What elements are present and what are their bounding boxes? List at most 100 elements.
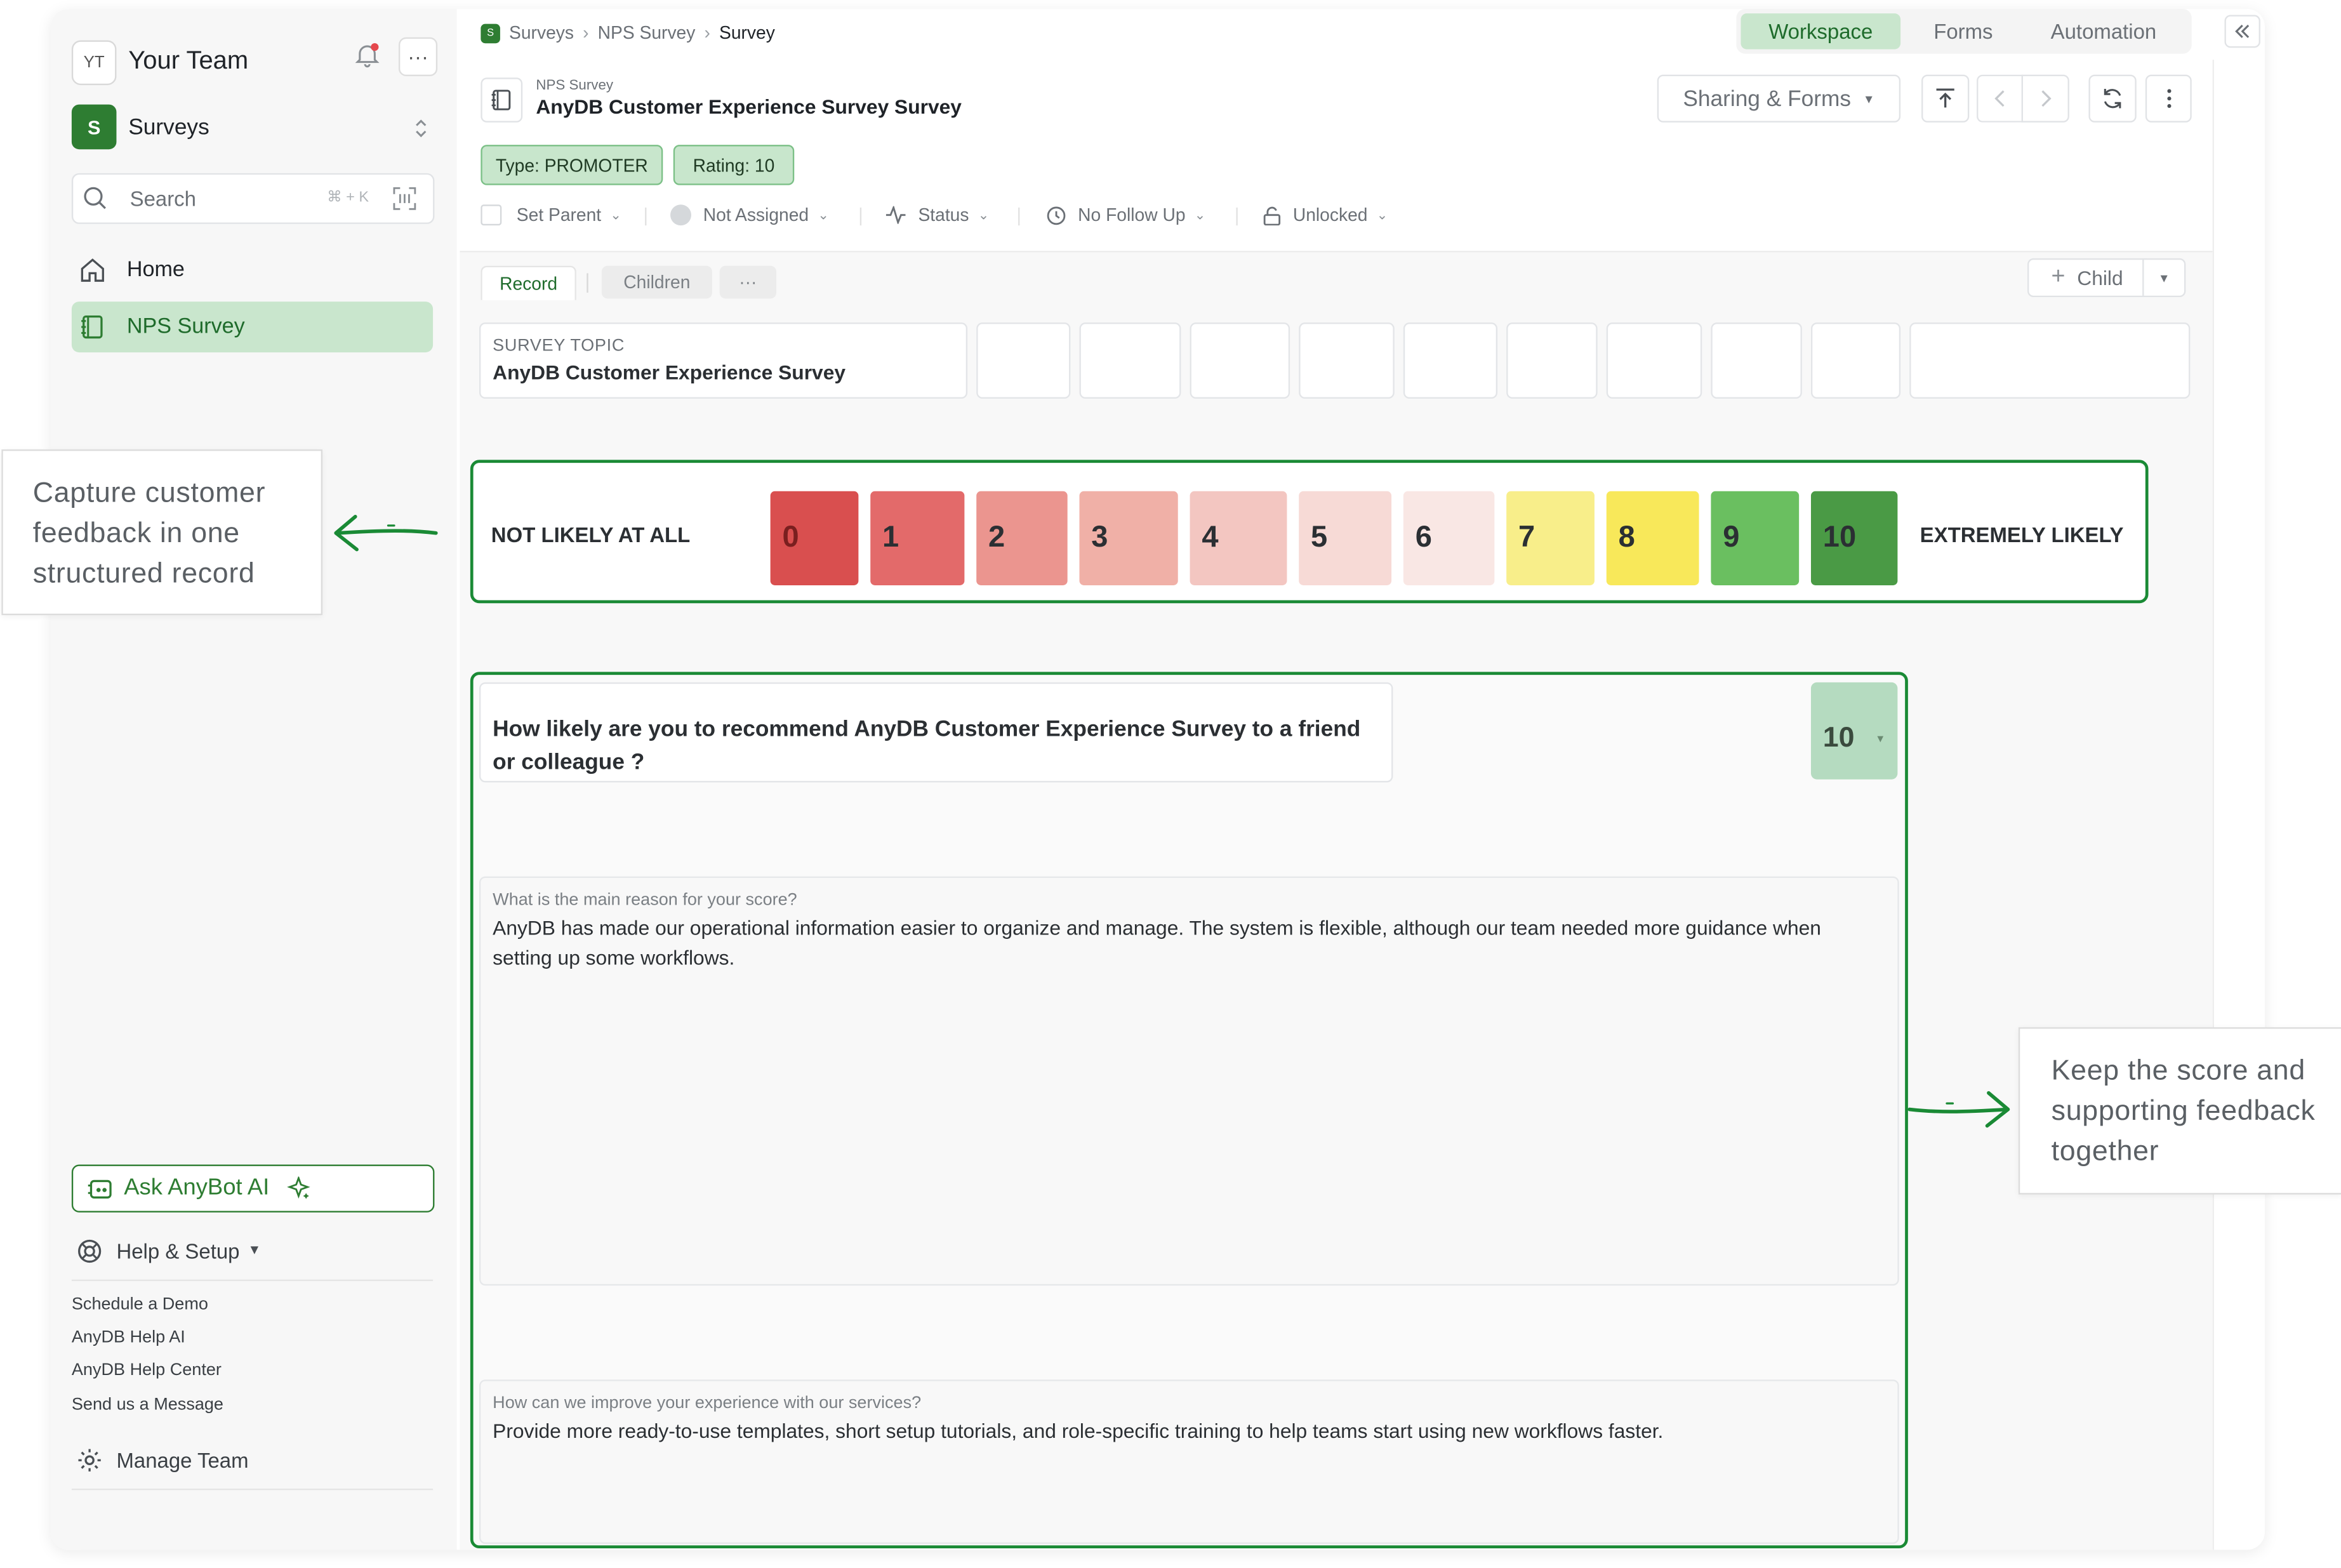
- add-child-button[interactable]: + Child: [2027, 258, 2147, 298]
- empty-field[interactable]: [1810, 322, 1901, 399]
- nps-score-2[interactable]: 2: [976, 491, 1068, 585]
- ask-anybot-label: Ask AnyBot AI: [124, 1175, 270, 1201]
- follow-up-dropdown[interactable]: No Follow Up ⌄: [1047, 204, 1206, 226]
- sparkle-icon: [287, 1176, 310, 1199]
- nps-low-label: NOT LIKELY AT ALL: [491, 522, 691, 547]
- empty-field[interactable]: [1606, 322, 1702, 399]
- empty-field[interactable]: [1909, 322, 2191, 399]
- prev-record-button[interactable]: [1977, 74, 2023, 123]
- caret-down-icon: ▼: [1875, 734, 1886, 745]
- refresh-button[interactable]: [2088, 74, 2137, 123]
- tab-automation[interactable]: Automation: [2032, 13, 2175, 49]
- set-parent-dropdown[interactable]: Set Parent ⌄: [481, 204, 621, 226]
- help-setup-toggle[interactable]: Help & Setup ▼: [72, 1233, 310, 1269]
- scan-icon[interactable]: [393, 187, 417, 211]
- tag-type[interactable]: Type: PROMOTER: [481, 145, 663, 185]
- add-child-dropdown-button[interactable]: ▼: [2142, 258, 2186, 298]
- lifebuoy-icon: [78, 1239, 102, 1263]
- nps-score-3[interactable]: 3: [1079, 491, 1178, 585]
- chevron-left-icon: [1994, 90, 2005, 107]
- next-record-button[interactable]: [2021, 74, 2069, 123]
- nps-score-10[interactable]: 10: [1810, 491, 1898, 585]
- tag-rating[interactable]: Rating: 10: [673, 145, 795, 185]
- lock-dropdown[interactable]: Unlocked ⌄: [1263, 204, 1388, 225]
- nps-score-0[interactable]: 0: [770, 491, 859, 585]
- empty-field[interactable]: [976, 322, 1071, 399]
- sidebar-item-nps-survey[interactable]: NPS Survey: [71, 302, 434, 353]
- notebook-icon: [81, 315, 103, 339]
- empty-field[interactable]: [1190, 322, 1290, 399]
- record-title: AnyDB Customer Experience Survey Survey: [536, 95, 962, 118]
- reason-textarea[interactable]: What is the main reason for your score? …: [479, 876, 1899, 1286]
- empty-field[interactable]: [1299, 322, 1395, 399]
- breadcrumb-item-nps-survey[interactable]: NPS Survey: [598, 22, 696, 43]
- nps-score-1[interactable]: 1: [870, 491, 965, 585]
- survey-topic-label: SURVEY TOPIC: [493, 337, 625, 355]
- nps-score-6[interactable]: 6: [1403, 491, 1495, 585]
- sharing-forms-button[interactable]: Sharing & Forms ▼: [1657, 74, 1901, 123]
- breadcrumb-item-surveys[interactable]: Surveys: [509, 22, 574, 43]
- chevron-down-icon: ⌄: [818, 206, 829, 222]
- assignee-label: Not Assigned: [703, 204, 809, 226]
- help-link-help-ai[interactable]: AnyDB Help AI: [72, 1329, 185, 1346]
- collapse-panel-button[interactable]: [2224, 15, 2260, 48]
- tab-forms[interactable]: Forms: [1913, 13, 2014, 49]
- sidebar-item-label: NPS Survey: [126, 315, 245, 339]
- unlock-icon: [1263, 206, 1281, 225]
- assignee-dropdown[interactable]: Not Assigned ⌄: [670, 204, 829, 226]
- caret-down-icon: ▼: [1862, 91, 1875, 105]
- vertical-dots-icon: [2166, 89, 2171, 109]
- empty-field[interactable]: [1506, 322, 1598, 399]
- empty-field[interactable]: [1403, 322, 1498, 399]
- score-select[interactable]: 10 ▼: [1810, 682, 1898, 780]
- empty-field[interactable]: [1711, 322, 1802, 399]
- tab-more[interactable]: ···: [719, 265, 777, 299]
- workspace-selector[interactable]: S Surveys: [71, 104, 435, 152]
- chevron-down-icon: ⌄: [978, 206, 990, 222]
- sidebar-item-label: Home: [126, 258, 185, 282]
- clock-icon: [1047, 206, 1066, 225]
- chevron-down-icon: ⌄: [1194, 206, 1206, 222]
- sidebar-item-home[interactable]: Home: [72, 245, 433, 296]
- breadcrumb-badge: S: [481, 23, 500, 43]
- help-link-send-message[interactable]: Send us a Message: [72, 1396, 223, 1414]
- team-name[interactable]: Your Team: [128, 46, 248, 76]
- survey-topic-field[interactable]: SURVEY TOPIC AnyDB Customer Experience S…: [479, 322, 968, 399]
- nps-score-7[interactable]: 7: [1506, 491, 1595, 585]
- upload-icon: [1936, 88, 1954, 108]
- search-box[interactable]: Search ⌘ + K: [71, 173, 435, 224]
- meta-divider: [1018, 207, 1020, 226]
- bell-icon[interactable]: [354, 42, 380, 69]
- improve-text: Provide more ready-to-use templates, sho…: [493, 1419, 1664, 1443]
- nps-score-4[interactable]: 4: [1190, 491, 1287, 585]
- ask-anybot-button[interactable]: Ask AnyBot AI: [71, 1164, 435, 1213]
- tab-workspace[interactable]: Workspace: [1741, 13, 1901, 50]
- nps-score-5[interactable]: 5: [1299, 491, 1392, 585]
- breadcrumb-separator-icon: ›: [704, 22, 710, 44]
- callout-right-text: Keep the score and supporting feedback t…: [2051, 1055, 2316, 1168]
- empty-field[interactable]: [1079, 322, 1181, 399]
- team-avatar[interactable]: YT: [71, 40, 117, 86]
- right-panel-divider: [2212, 60, 2215, 1550]
- callout-left: Capture customer feedback in one structu…: [1, 449, 323, 616]
- team-menu-button[interactable]: ···: [398, 37, 438, 76]
- nps-score-9[interactable]: 9: [1711, 491, 1800, 585]
- follow-up-label: No Follow Up: [1078, 204, 1186, 226]
- upload-button[interactable]: [1921, 74, 1970, 123]
- nps-score-8[interactable]: 8: [1606, 491, 1699, 585]
- more-options-button[interactable]: [2145, 74, 2192, 123]
- improve-textarea[interactable]: How can we improve your experience with …: [479, 1379, 1899, 1544]
- search-icon: [84, 187, 106, 209]
- tab-children[interactable]: Children: [601, 265, 712, 299]
- search-input[interactable]: Search: [130, 187, 196, 211]
- tab-record[interactable]: Record: [481, 265, 576, 300]
- question-field[interactable]: How likely are you to recommend AnyDB Cu…: [479, 682, 1393, 783]
- breadcrumb-item-survey[interactable]: Survey: [719, 22, 775, 43]
- manage-team-label: Manage Team: [116, 1448, 249, 1473]
- status-dropdown[interactable]: Status ⌄: [885, 204, 990, 225]
- help-link-schedule-demo[interactable]: Schedule a Demo: [72, 1296, 208, 1314]
- arrow-right-icon: [1907, 1091, 2010, 1128]
- help-link-help-center[interactable]: AnyDB Help Center: [72, 1362, 222, 1379]
- manage-team-button[interactable]: Manage Team: [72, 1442, 370, 1478]
- tab-divider: [587, 273, 588, 293]
